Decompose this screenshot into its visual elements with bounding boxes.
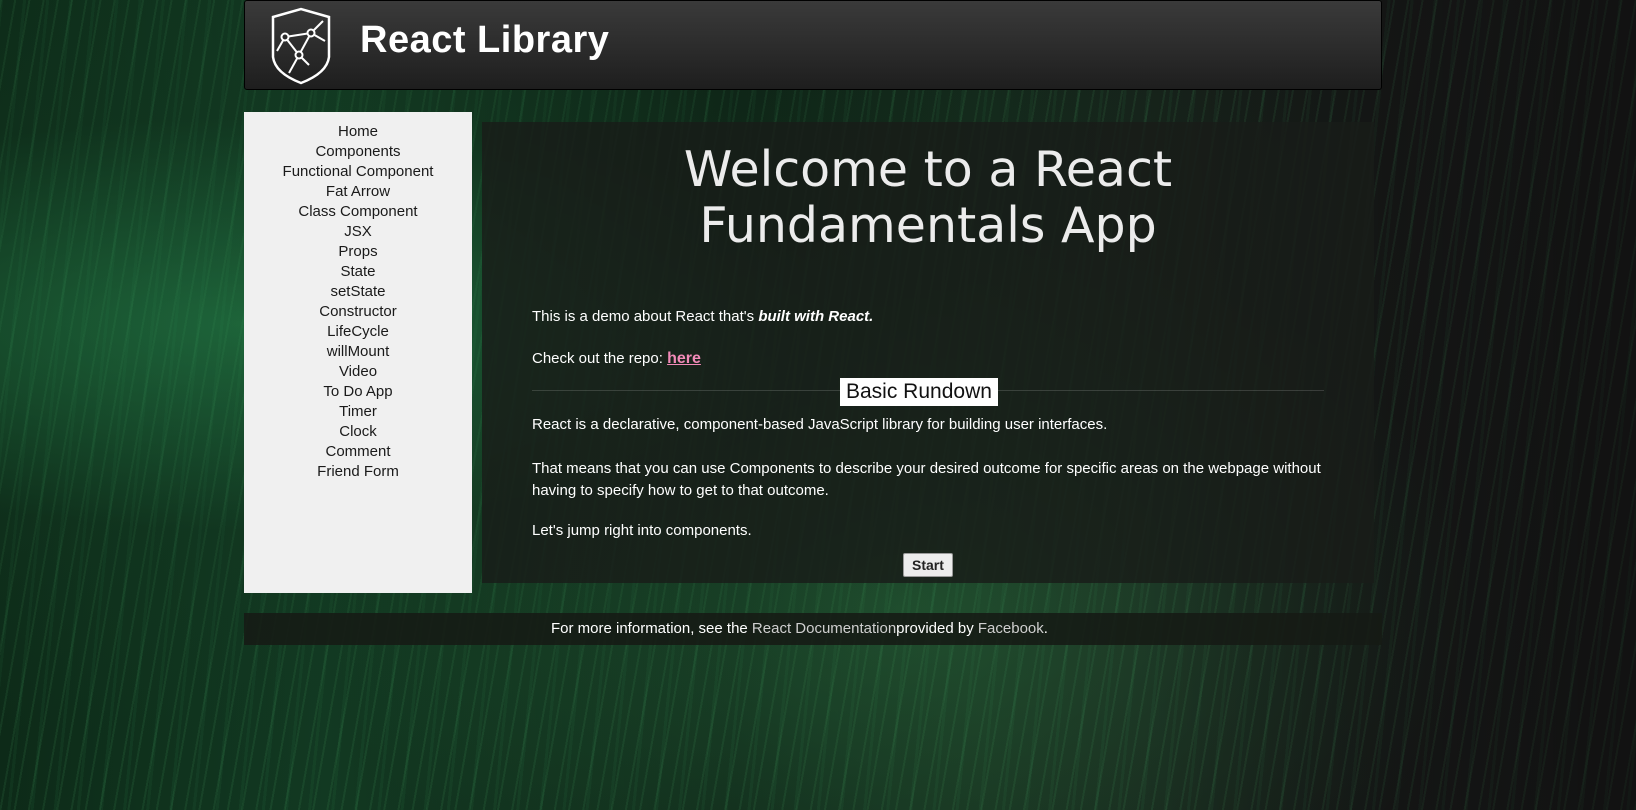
site-footer: For more information, see the React Docu… [244, 613, 1382, 645]
react-docs-link[interactable]: React Documentation [752, 620, 896, 637]
site-title: React Library [360, 19, 610, 61]
sidebar-item-fat-arrow[interactable]: Fat Arrow [244, 182, 472, 202]
sidebar-item-video[interactable]: Video [244, 362, 472, 382]
intro-emphasis: built with React. [758, 308, 874, 325]
intro-text: This is a demo about React that's built … [532, 308, 873, 325]
sidebar-item-friend-form[interactable]: Friend Form [244, 462, 472, 482]
footer-middle: provided by [896, 620, 978, 637]
sidebar-item-components[interactable]: Components [244, 142, 472, 162]
sidebar-item-props[interactable]: Props [244, 242, 472, 262]
sidebar-list: Home Components Functional Component Fat Ar… [244, 122, 472, 482]
sidebar-item-jsx[interactable]: JSX [244, 222, 472, 242]
sidebar-item-lifecycle[interactable]: LifeCycle [244, 322, 472, 342]
sidebar-item-willmount[interactable]: willMount [244, 342, 472, 362]
sidebar-item-home[interactable]: Home [244, 122, 472, 142]
paragraph-next: Let's jump right into components. [532, 522, 752, 539]
sidebar-item-timer[interactable]: Timer [244, 402, 472, 422]
sidebar-item-to-do-app[interactable]: To Do App [244, 382, 472, 402]
react-library-logo-icon[interactable] [269, 7, 333, 85]
sidebar-item-comment[interactable]: Comment [244, 442, 472, 462]
repo-link[interactable]: here [667, 350, 701, 367]
main-content: Welcome to a React Fundamentals App This… [482, 122, 1374, 583]
repo-text: Check out the repo: here [532, 350, 701, 368]
section-heading: Basic Rundown [840, 378, 998, 406]
facebook-link[interactable]: Facebook [978, 620, 1044, 637]
footer-prefix: For more information, see the [551, 620, 752, 637]
start-button[interactable]: Start [903, 553, 953, 577]
intro-prefix: This is a demo about React that's [532, 308, 759, 325]
sidebar-item-clock[interactable]: Clock [244, 422, 472, 442]
sidebar-item-setstate[interactable]: setState [244, 282, 472, 302]
sidebar-nav: Home Components Functional Component Fat Ar… [244, 112, 472, 593]
sidebar-item-constructor[interactable]: Constructor [244, 302, 472, 322]
repo-prefix: Check out the repo: [532, 350, 668, 367]
site-header: React Library [244, 0, 1382, 90]
paragraph-definition: React is a declarative, component-based … [532, 416, 1108, 433]
sidebar-item-state[interactable]: State [244, 262, 472, 282]
sidebar-item-functional-component[interactable]: Functional Component [244, 162, 472, 182]
sidebar-item-class-component[interactable]: Class Component [244, 202, 472, 222]
paragraph-explanation: That means that you can use Components t… [532, 460, 1321, 499]
page-title: Welcome to a React Fundamentals App [683, 141, 1173, 254]
footer-suffix: . [1043, 620, 1048, 637]
